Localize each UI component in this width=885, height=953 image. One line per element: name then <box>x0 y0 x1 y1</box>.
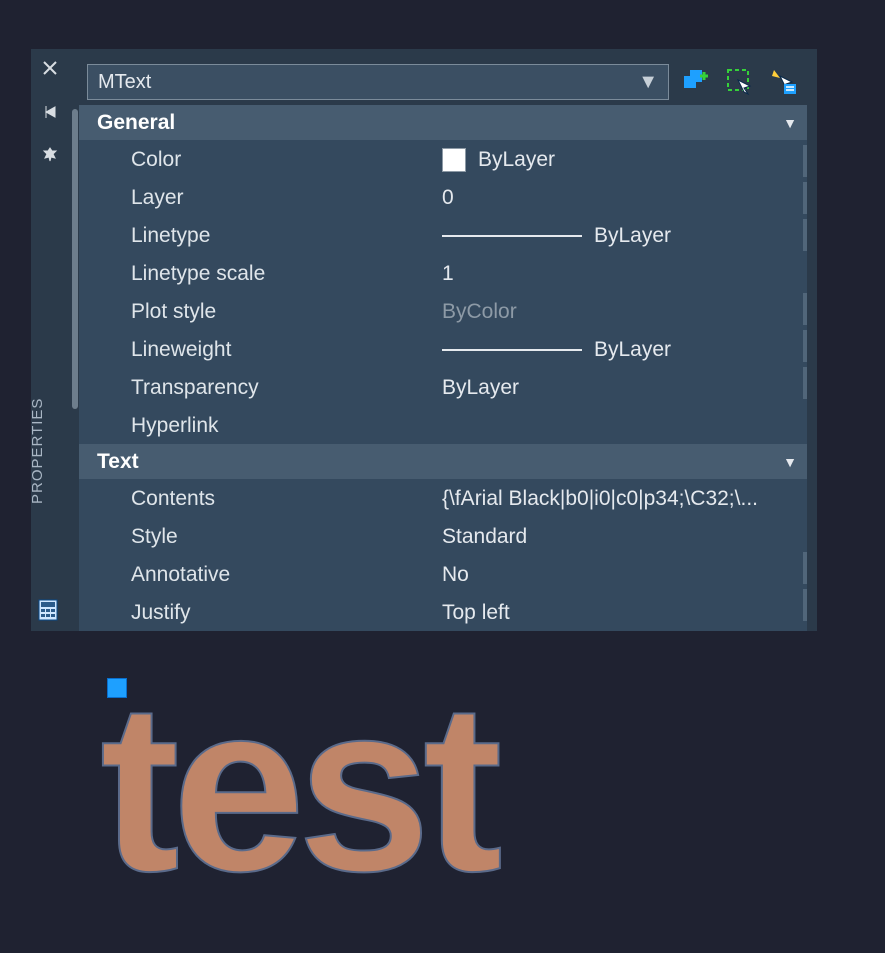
group-text: Contents {\fArial Black|b0|i0|c0|p34;\C3… <box>79 479 807 631</box>
property-value[interactable]: ByLayer <box>441 376 807 400</box>
property-label: Plot style <box>79 300 441 324</box>
property-value[interactable]: 1 <box>441 262 807 286</box>
property-row[interactable]: Color ByLayer <box>79 140 807 178</box>
quickcalc-icon[interactable] <box>37 599 59 621</box>
quick-select-icon[interactable] <box>767 65 801 99</box>
mtext-content: test <box>100 685 495 889</box>
group-title: Text <box>97 450 139 474</box>
property-value-text: 0 <box>442 186 454 210</box>
property-label: Contents <box>79 487 441 511</box>
property-value[interactable]: No <box>441 563 807 587</box>
chevron-down-icon: ▼ <box>783 115 797 131</box>
property-value[interactable]: {\fArial Black|b0|i0|c0|p34;\C32;\... <box>441 487 807 511</box>
property-value-text: 1 <box>442 262 454 286</box>
settings-icon[interactable] <box>39 145 61 167</box>
property-row[interactable]: Lineweight ByLayer <box>79 330 807 368</box>
property-value-text: ByColor <box>442 300 517 324</box>
property-value[interactable]: ByLayer <box>441 338 807 362</box>
select-objects-icon[interactable] <box>723 65 757 99</box>
mtext-object[interactable]: test <box>100 685 495 889</box>
property-row[interactable]: Annotative No <box>79 555 807 593</box>
property-row[interactable]: Plot style ByColor <box>79 292 807 330</box>
property-value-text: Top left <box>442 601 510 625</box>
color-swatch-icon <box>442 148 466 172</box>
property-value-text: ByLayer <box>594 224 671 248</box>
group-general: Color ByLayer Layer 0 Linetype ByLayer L… <box>79 140 807 444</box>
property-row[interactable]: Contents {\fArial Black|b0|i0|c0|p34;\C3… <box>79 479 807 517</box>
property-value-text: ByLayer <box>478 148 555 172</box>
property-value: ByColor <box>441 300 807 324</box>
panel-body: MText ▼ <box>79 59 807 631</box>
property-label: Transparency <box>79 376 441 400</box>
property-label: Layer <box>79 186 441 210</box>
group-title: General <box>97 111 175 135</box>
linetype-sample-icon <box>442 235 582 237</box>
property-row[interactable]: Hyperlink <box>79 406 807 444</box>
property-label: Linetype <box>79 224 441 248</box>
autohide-icon[interactable] <box>39 101 61 123</box>
property-label: Lineweight <box>79 338 441 362</box>
property-value[interactable]: 0 <box>441 186 807 210</box>
property-row[interactable]: Justify Top left <box>79 593 807 631</box>
scrollbar[interactable] <box>72 109 78 409</box>
property-value[interactable]: Standard <box>441 525 807 549</box>
property-value-text: No <box>442 563 469 587</box>
property-label: Annotative <box>79 563 441 587</box>
property-value-text: ByLayer <box>594 338 671 362</box>
panel-title: PROPERTIES <box>29 398 46 504</box>
toolbar: MText ▼ <box>79 59 807 105</box>
palette-sidebar <box>31 49 69 631</box>
property-value[interactable]: ByLayer <box>441 148 807 172</box>
property-label: Justify <box>79 601 441 625</box>
property-value-text: Standard <box>442 525 527 549</box>
property-row[interactable]: Style Standard <box>79 517 807 555</box>
object-type-selector[interactable]: MText ▼ <box>87 64 669 100</box>
property-value-text: ByLayer <box>442 376 519 400</box>
lineweight-sample-icon <box>442 349 582 351</box>
group-header-text[interactable]: Text ▼ <box>79 444 807 479</box>
property-row[interactable]: Layer 0 <box>79 178 807 216</box>
chevron-down-icon: ▼ <box>638 71 658 94</box>
property-label: Linetype scale <box>79 262 441 286</box>
property-row[interactable]: Transparency ByLayer <box>79 368 807 406</box>
property-label: Style <box>79 525 441 549</box>
property-value-text: {\fArial Black|b0|i0|c0|p34;\C32;\... <box>442 487 758 511</box>
properties-palette: MText ▼ <box>31 49 817 631</box>
group-header-general[interactable]: General ▼ <box>79 105 807 140</box>
property-row[interactable]: Linetype ByLayer <box>79 216 807 254</box>
property-label: Color <box>79 148 441 172</box>
pickadd-icon[interactable] <box>679 65 713 99</box>
object-type-label: MText <box>98 71 151 94</box>
property-label: Hyperlink <box>79 414 441 438</box>
chevron-down-icon: ▼ <box>783 454 797 470</box>
close-icon[interactable] <box>39 57 61 79</box>
property-row[interactable]: Linetype scale 1 <box>79 254 807 292</box>
property-value[interactable]: ByLayer <box>441 224 807 248</box>
property-value[interactable]: Top left <box>441 601 807 625</box>
